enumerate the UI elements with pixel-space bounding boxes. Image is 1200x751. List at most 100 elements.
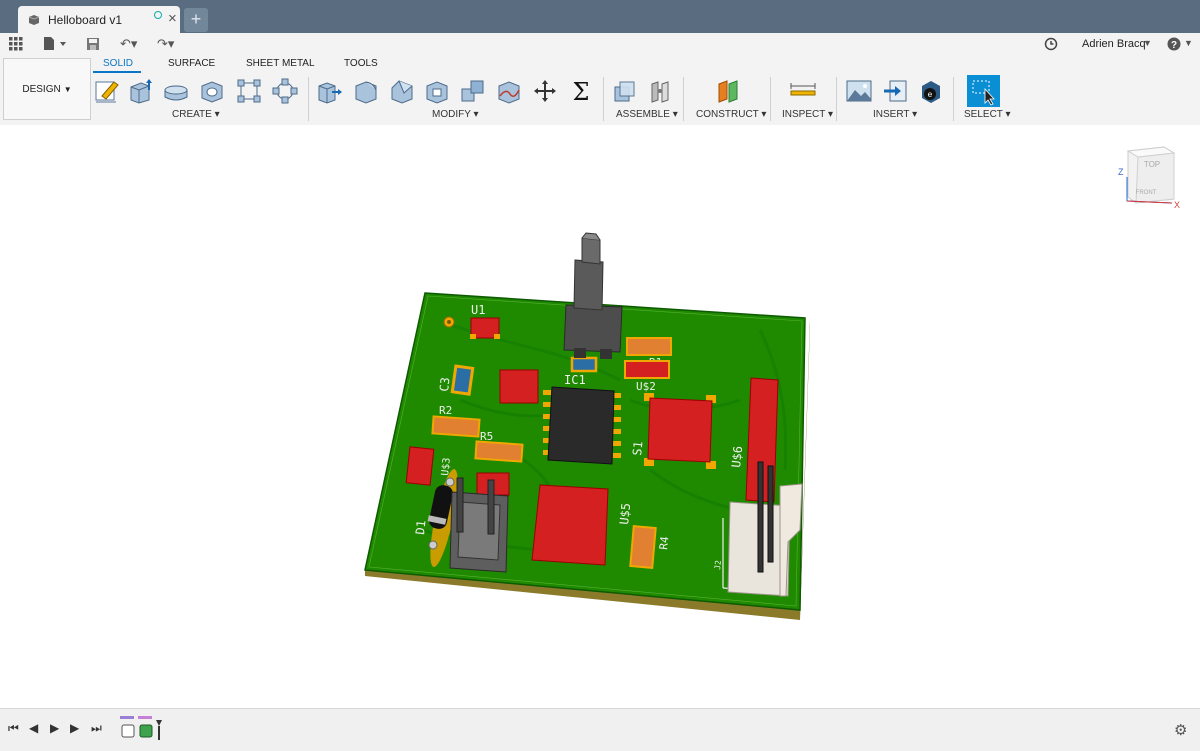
group-select[interactable]: SELECT ▾ — [964, 109, 1011, 120]
timeline-settings-gear-icon[interactable]: ⚙ — [1174, 721, 1187, 739]
create-sketch-icon[interactable] — [94, 78, 120, 104]
fillet-icon[interactable] — [353, 78, 379, 104]
combine-icon[interactable] — [460, 78, 486, 104]
offset-plane-icon[interactable] — [715, 78, 741, 104]
hole-icon[interactable] — [199, 78, 225, 104]
help-icon[interactable]: ? — [1167, 37, 1181, 51]
svg-text:e: e — [928, 90, 933, 99]
label-r5: R5 — [480, 430, 493, 443]
label-r2: R2 — [439, 404, 452, 417]
label-u2: U$2 — [636, 380, 656, 393]
r5-resistor — [474, 440, 524, 463]
group-divider — [836, 77, 837, 121]
group-modify[interactable]: MODIFY ▾ — [432, 109, 479, 120]
document-title: Helloboard v1 — [48, 12, 123, 27]
group-insert[interactable]: INSERT ▾ — [873, 109, 917, 120]
label-d1: D1 — [413, 519, 428, 535]
timeline-marker-icon[interactable] — [156, 720, 162, 726]
insert-mcmaster-icon[interactable]: e — [918, 78, 944, 104]
label-s1: S1 — [630, 440, 645, 456]
undo-icon[interactable]: ↶▾ — [120, 36, 137, 52]
shell-icon[interactable] — [424, 78, 450, 104]
joint-icon[interactable] — [648, 78, 674, 104]
quick-access-bar: ↶▾ ↷▾ Adrien Bracq ▼ ? ▼ — [0, 33, 1200, 55]
u5-component — [531, 484, 609, 566]
group-modify-label: MODIFY — [432, 109, 471, 120]
extrude-icon[interactable] — [128, 78, 154, 104]
measure-icon[interactable] — [790, 78, 816, 104]
group-divider — [953, 77, 954, 121]
group-divider — [308, 77, 309, 121]
label-j2: J2 — [713, 560, 723, 571]
timeline-features[interactable] — [118, 716, 164, 744]
group-select-label: SELECT — [964, 109, 1003, 120]
tab-tools[interactable]: TOOLS — [344, 58, 378, 69]
save-icon[interactable] — [86, 37, 100, 51]
viewcube-front-label[interactable]: FRONT — [1136, 190, 1157, 196]
replace-face-icon[interactable] — [496, 78, 522, 104]
group-assemble[interactable]: ASSEMBLE ▾ — [616, 109, 678, 120]
label-r4: R4 — [657, 535, 671, 550]
first-icon[interactable]: ⏮ — [8, 721, 19, 736]
press-pull-icon[interactable] — [316, 78, 342, 104]
label-ic1: IC1 — [564, 373, 586, 387]
user-name[interactable]: Adrien Bracq — [1082, 38, 1146, 50]
timeline-bar: ⏮ ◀ ▶ ▶ ⏭ ⚙ — [0, 708, 1200, 751]
compute-all-icon[interactable]: Σ — [568, 78, 594, 104]
app-grid-icon[interactable] — [9, 37, 23, 51]
r4-resistor — [629, 525, 657, 569]
tab-surface[interactable]: SURFACE — [168, 58, 215, 69]
svg-text:?: ? — [1171, 40, 1177, 51]
pushbutton-component — [563, 232, 623, 359]
tab-sheet-metal[interactable]: SHEET METAL — [246, 58, 315, 69]
group-create[interactable]: CREATE ▾ — [172, 109, 220, 120]
last-icon[interactable]: ⏭ — [91, 721, 102, 736]
group-construct[interactable]: CONSTRUCT ▾ — [696, 109, 766, 120]
chamfer-icon[interactable] — [389, 78, 415, 104]
sync-indicator-icon — [154, 11, 162, 19]
redo-icon[interactable]: ↷▾ — [157, 36, 174, 52]
group-assemble-label: ASSEMBLE — [616, 109, 670, 120]
axis-z-label: Z — [1118, 167, 1124, 177]
r2-resistor — [431, 415, 481, 438]
insert-derive-icon[interactable] — [882, 78, 908, 104]
prev-icon[interactable]: ◀ — [29, 721, 38, 735]
pcb-model[interactable]: U1 C3 R2 R5 IC1 R1 U$2 S1 U$ — [360, 230, 810, 620]
user-menu-chevron-icon[interactable]: ▼ — [1143, 38, 1152, 48]
revolve-icon[interactable] — [163, 78, 189, 104]
s1-switch — [644, 393, 716, 469]
help-menu-chevron-icon[interactable]: ▼ — [1184, 38, 1193, 48]
svg-text:Σ: Σ — [573, 78, 590, 104]
new-component-icon[interactable] — [612, 78, 638, 104]
workspace-switcher[interactable]: DESIGN ▼ — [3, 58, 91, 120]
play-icon[interactable]: ▶ — [50, 721, 59, 735]
rectangular-pattern-icon[interactable] — [236, 78, 262, 104]
insert-feature-icon[interactable] — [139, 724, 153, 738]
tab-solid[interactable]: SOLID — [103, 58, 133, 69]
move-icon[interactable] — [532, 78, 558, 104]
document-tab[interactable]: Helloboard v1 × — [18, 6, 180, 33]
group-divider — [603, 77, 604, 121]
close-tab-icon[interactable]: × — [168, 10, 177, 27]
label-u1: U1 — [471, 303, 485, 317]
group-inspect[interactable]: INSPECT ▾ — [782, 109, 833, 120]
canvas-icon[interactable] — [846, 78, 872, 104]
viewcube-top-label[interactable]: TOP — [1144, 160, 1160, 169]
next-icon[interactable]: ▶ — [70, 721, 79, 735]
u2-component — [624, 360, 670, 379]
document-icon — [28, 14, 40, 25]
active-tab-indicator — [93, 71, 141, 73]
group-divider — [770, 77, 771, 121]
circular-pattern-icon[interactable] — [272, 78, 298, 104]
component-feature-icon[interactable] — [121, 724, 135, 738]
label-c3: C3 — [437, 376, 452, 392]
label-u6: U$6 — [729, 445, 745, 468]
select-icon[interactable] — [967, 75, 1000, 107]
file-menu-icon[interactable] — [43, 37, 69, 51]
job-status-icon[interactable] — [1044, 37, 1058, 51]
group-create-label: CREATE — [172, 109, 212, 120]
workspace-label: DESIGN — [22, 83, 61, 95]
ic1-chip — [543, 386, 621, 465]
new-tab-button[interactable]: + — [184, 8, 208, 32]
viewcube[interactable]: TOP FRONT Z X — [1114, 141, 1186, 213]
